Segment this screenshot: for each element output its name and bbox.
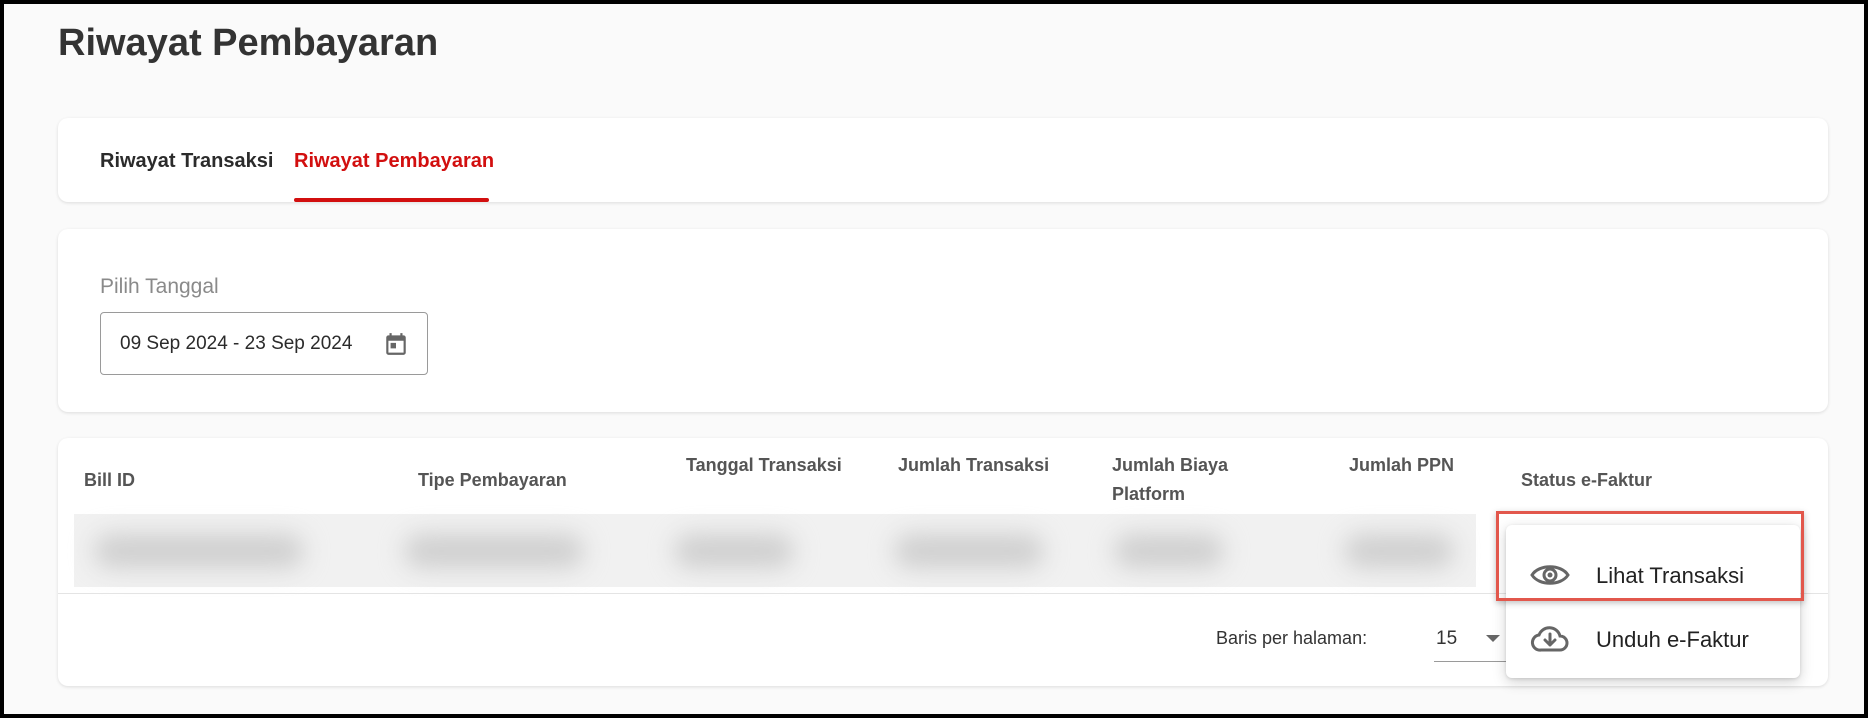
rows-per-page-select[interactable]: 15 — [1434, 616, 1506, 662]
rows-per-page-label: Baris per halaman: — [1216, 628, 1368, 648]
eye-icon — [1530, 565, 1570, 585]
tabs-card: Riwayat Transaksi Riwayat Pembayaran — [58, 118, 1828, 202]
menu-item-lihat-transaksi[interactable]: Lihat Transaksi — [1506, 543, 1800, 607]
blurred-cell — [404, 534, 584, 568]
header-jumlah-ppn: Jumlah PPN — [1349, 455, 1455, 475]
header-bill-id: Bill ID — [84, 470, 136, 490]
date-range-value: 09 Sep 2024 - 23 Sep 2024 — [120, 333, 353, 354]
calendar-icon[interactable] — [383, 331, 409, 357]
active-tab-indicator — [294, 198, 489, 202]
header-tanggal-transaksi: Tanggal Transaksi — [686, 455, 842, 475]
action-menu: Lihat Transaksi Unduh e-Faktur — [1506, 525, 1800, 678]
blurred-cell — [1114, 534, 1224, 568]
blurred-cell — [1344, 534, 1454, 568]
menu-label-unduh-efaktur: Unduh e-Faktur — [1596, 627, 1749, 652]
header-status-efaktur: Status e-Faktur — [1521, 470, 1653, 490]
header-jumlah-biaya-platform-line2: Platform — [1112, 484, 1186, 504]
blurred-cell — [674, 534, 794, 568]
header-jumlah-transaksi: Jumlah Transaksi — [898, 455, 1050, 475]
chevron-down-icon — [1486, 635, 1500, 642]
menu-label-lihat-transaksi: Lihat Transaksi — [1596, 563, 1744, 588]
tab-riwayat-pembayaran[interactable]: Riwayat Pembayaran — [294, 150, 494, 173]
header-tipe-pembayaran: Tipe Pembayaran — [418, 470, 567, 490]
page-title: Riwayat Pembayaran — [58, 22, 439, 64]
menu-item-unduh-efaktur[interactable]: Unduh e-Faktur — [1506, 607, 1800, 671]
cloud-download-icon — [1530, 626, 1569, 652]
tab-riwayat-transaksi[interactable]: Riwayat Transaksi — [100, 150, 273, 173]
header-jumlah-biaya-platform: Jumlah Biaya Platform — [1112, 451, 1228, 509]
app-frame: Riwayat Pembayaran Riwayat Transaksi Riw… — [4, 4, 1864, 714]
rows-per-page-value: 15 — [1436, 628, 1458, 649]
date-range-input[interactable]: 09 Sep 2024 - 23 Sep 2024 — [100, 312, 428, 375]
header-jumlah-biaya-platform-line1: Jumlah Biaya — [1112, 455, 1229, 475]
table-row[interactable] — [74, 514, 1476, 587]
blurred-cell — [894, 534, 1044, 568]
blurred-cell — [94, 534, 304, 568]
date-filter-label: Pilih Tanggal — [100, 275, 219, 298]
filter-card: Pilih Tanggal 09 Sep 2024 - 23 Sep 2024 — [58, 229, 1828, 412]
